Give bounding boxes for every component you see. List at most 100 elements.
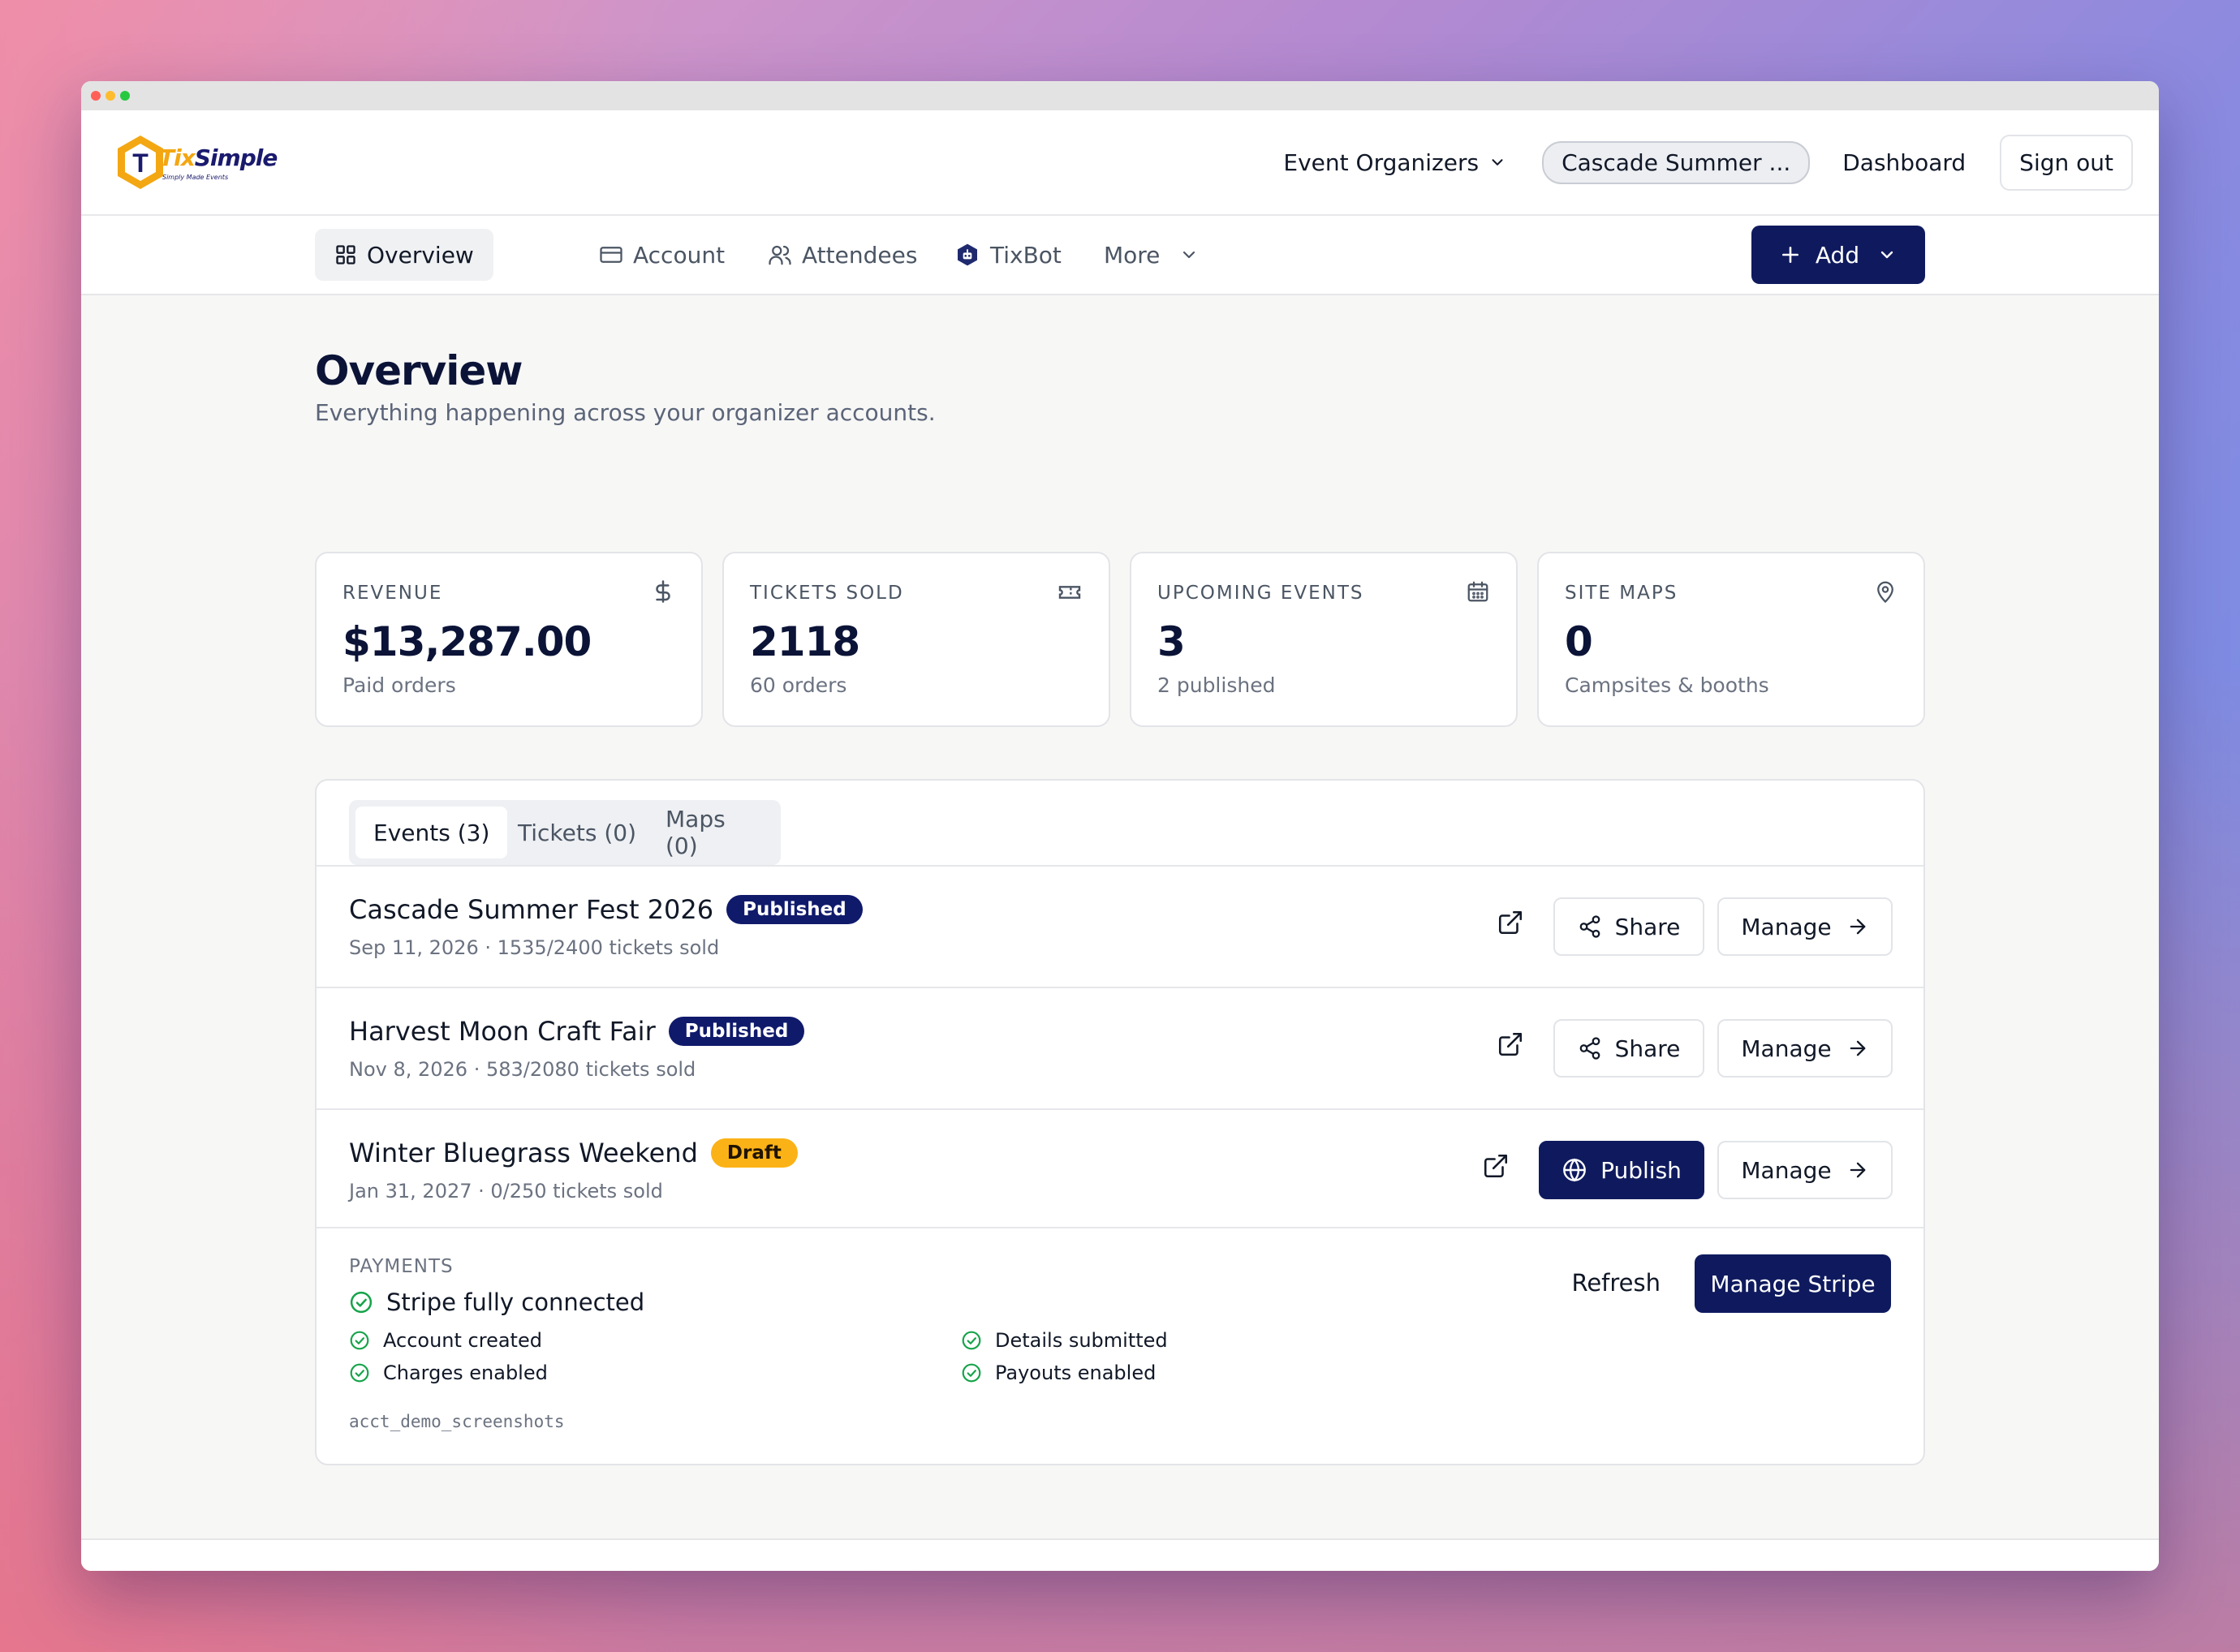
organizer-selector[interactable]: Event Organizers [1283,149,1506,176]
event-title[interactable]: Winter Bluegrass Weekend [349,1138,698,1168]
panel-tabs: Events (3) Tickets (0) Maps (0) [349,800,781,865]
check-circle-icon [350,1363,369,1383]
publish-button[interactable]: Publish [1539,1141,1704,1199]
payments-label: PAYMENTS [349,1256,454,1277]
card-icon [600,247,622,263]
ticket-icon [1058,586,1081,599]
manage-stripe-button[interactable]: Manage Stripe [1695,1254,1891,1313]
stat-label: SITE MAPS [1565,583,1678,604]
users-icon [769,245,791,265]
tab-tixbot[interactable]: TixBot [935,229,1081,281]
tab-label: Overview [367,241,474,269]
arrow-right-icon [1850,1040,1865,1056]
logo-wordmark: TixSimple [159,144,278,171]
stat-note: Paid orders [342,673,456,697]
tab-label: Account [633,241,726,269]
refresh-button[interactable]: Refresh [1571,1269,1661,1297]
sign-out-button[interactable]: Sign out [2000,134,2133,191]
minimize-window-button[interactable] [106,91,115,101]
stat-label: UPCOMING EVENTS [1157,583,1364,604]
share-button[interactable]: Share [1553,1019,1704,1078]
check-circle-icon [962,1363,981,1383]
stat-card-tickets-sold: TICKETS SOLD 2118 60 orders [722,552,1110,727]
check-account-created: Account created [349,1329,542,1352]
stat-label: REVENUE [342,583,443,604]
stat-value: $13,287.00 [342,618,592,665]
chevron-down-icon [1492,159,1503,166]
tab-account[interactable]: Account [579,229,744,281]
tab-overview[interactable]: Overview [315,229,493,281]
check-label: Account created [383,1329,542,1352]
logo-tagline: Simply Made Events [162,174,229,181]
event-meta: Sep 11, 2026 · 1535/2400 tickets sold [349,936,720,959]
close-window-button[interactable] [91,91,101,101]
tab-tickets[interactable]: Tickets (0) [500,807,654,858]
top-bar: T TixSimple Simply Made Events Event Org… [81,110,2159,216]
manage-button[interactable]: Manage [1717,1141,1893,1199]
stripe-account-id: acct_demo_screenshots [349,1412,565,1431]
map-pin-icon [1877,581,1893,604]
svg-text:T: T [132,148,149,178]
tab-more[interactable]: More [1084,229,1218,281]
globe-icon [1563,1158,1586,1182]
tab-label: Attendees [802,241,918,269]
publish-button-label: Publish [1600,1156,1682,1184]
external-link-icon[interactable] [1497,909,1524,936]
check-details-submitted: Details submitted [961,1329,1168,1352]
stat-note: 60 orders [750,673,847,697]
status-badge: Published [726,895,863,924]
maximize-window-button[interactable] [120,91,130,101]
check-circle-icon [962,1331,981,1350]
share-button[interactable]: Share [1553,897,1704,956]
add-button-label: Add [1815,241,1860,269]
dollar-icon [656,580,670,603]
stat-card-upcoming-events: UPCOMING EVENTS 3 2 published [1130,552,1518,727]
manage-button[interactable]: Manage [1717,897,1893,956]
external-link-icon[interactable] [1482,1152,1510,1180]
page-subtitle: Everything happening across your organiz… [315,399,936,426]
stat-note: 2 published [1157,673,1276,697]
tab-events[interactable]: Events (3) [355,807,508,858]
browser-window: T TixSimple Simply Made Events Event Org… [81,81,2159,1571]
manage-button[interactable]: Manage [1717,1019,1893,1078]
external-link-icon[interactable] [1497,1030,1524,1058]
event-row: Winter Bluegrass Weekend Draft Jan 31, 2… [317,1108,1923,1232]
chevron-down-icon [1880,251,1893,259]
event-title[interactable]: Cascade Summer Fest 2026 [349,894,713,925]
stat-card-site-maps: SITE MAPS 0 Campsites & booths [1537,552,1925,727]
tab-attendees[interactable]: Attendees [748,229,937,281]
add-button[interactable]: Add [1751,226,1925,284]
share-icon [1579,915,1600,938]
stat-card-revenue: REVENUE $13,287.00 Paid orders [315,552,703,727]
stat-label: TICKETS SOLD [750,583,904,604]
event-title[interactable]: Harvest Moon Craft Fair [349,1016,656,1047]
current-event-pill[interactable]: Cascade Summer ... [1542,140,1811,184]
stat-note: Campsites & booths [1565,673,1769,697]
check-circle-icon [350,1291,373,1314]
tab-label: More [1104,241,1161,269]
share-button-label: Share [1614,913,1681,940]
event-row: Harvest Moon Craft Fair Published Nov 8,… [317,987,1923,1110]
stripe-status: Stripe fully connected [349,1288,644,1316]
stat-value: 2118 [750,618,860,665]
plus-icon [1781,247,1798,263]
section-nav: Overview Account Attendees TixBot More A… [81,216,2159,295]
check-circle-icon [350,1331,369,1350]
manage-button-label: Manage [1741,1156,1832,1184]
manage-button-label: Manage [1741,1035,1832,1062]
stat-value: 0 [1565,618,1593,665]
tixsimple-logo[interactable]: T TixSimple Simply Made Events [114,133,278,191]
chevron-down-icon [1183,251,1195,259]
arrow-right-icon [1850,918,1865,935]
events-panel: Events (3) Tickets (0) Maps (0) Cascade … [315,779,1925,1465]
event-meta: Jan 31, 2027 · 0/250 tickets sold [349,1180,663,1202]
check-label: Details submitted [995,1329,1168,1352]
calendar-icon [1467,581,1488,602]
page-title: Overview [315,347,523,394]
tab-maps[interactable]: Maps (0) [648,806,781,859]
dashboard-link[interactable]: Dashboard [1842,149,1966,176]
event-row: Cascade Summer Fest 2026 Published Sep 1… [317,865,1923,988]
tab-label: TixBot [990,241,1062,269]
footer [81,1540,2159,1571]
share-button-label: Share [1614,1035,1681,1062]
